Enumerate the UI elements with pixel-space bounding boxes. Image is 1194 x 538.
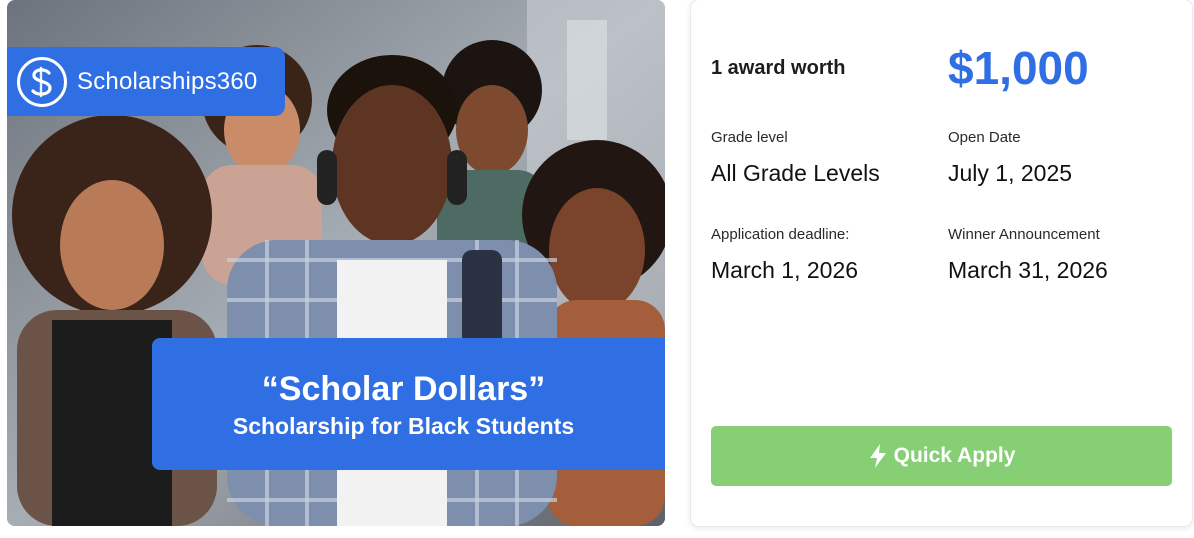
scholarship-subtitle: Scholarship for Black Students [232, 412, 575, 439]
award-count-label: 1 award worth [711, 57, 846, 79]
application-deadline-value: March 1, 2026 [711, 257, 859, 283]
quick-apply-label: Quick Apply [893, 444, 1016, 467]
application-deadline-label: Application deadline: [711, 226, 850, 243]
scholarships360-brand-tag: Scholarships360 [7, 47, 285, 116]
grade-level-value: All Grade Levels [711, 160, 880, 186]
quick-apply-button[interactable]: Quick Apply [711, 426, 1172, 486]
lightning-bolt-icon [869, 444, 886, 468]
award-amount: $1,000 [948, 42, 1089, 94]
winner-announcement-label: Winner Announcement [948, 226, 1100, 243]
scholarship-details-card: 1 award worth $1,000 Grade level All Gra… [691, 0, 1192, 526]
open-date-label: Open Date [948, 129, 1021, 146]
scholarship-title-banner: “Scholar Dollars” Scholarship for Black … [152, 338, 665, 470]
scholarships360-logo-icon [17, 56, 67, 107]
grade-level-label: Grade level [711, 129, 788, 146]
scholarship-hero-image: Scholarships360 “Scholar Dollars” Schola… [7, 0, 665, 526]
winner-announcement-value: March 31, 2026 [948, 257, 1108, 283]
open-date-value: July 1, 2025 [948, 160, 1073, 186]
s-logo-glyph [31, 66, 52, 97]
scholarship-title: “Scholar Dollars” [261, 369, 546, 408]
brand-name: Scholarships360 [77, 67, 258, 95]
